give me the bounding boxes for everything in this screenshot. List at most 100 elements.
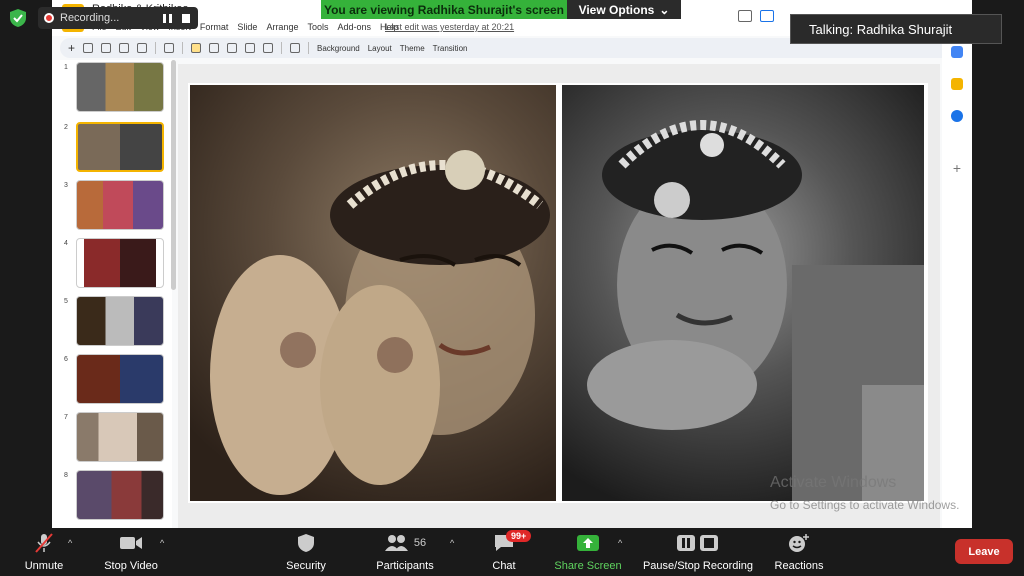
slide-thumbnail-panel: 1 2 3 4 5 6 7 8 bbox=[52, 60, 176, 528]
pause-recording-icon[interactable] bbox=[163, 13, 172, 23]
share-screen-label: Share Screen bbox=[554, 560, 622, 572]
zoom-icon[interactable] bbox=[164, 43, 175, 53]
calendar-icon[interactable] bbox=[951, 46, 963, 58]
dancer-photo-right bbox=[562, 85, 924, 501]
participants-caret-icon[interactable]: ^ bbox=[450, 538, 454, 548]
stop-video-button[interactable]: Stop Video bbox=[96, 528, 166, 576]
thumbnail-slide-3[interactable]: 3 bbox=[52, 178, 172, 232]
thumbnail-slide-1[interactable]: 1 bbox=[52, 60, 172, 114]
add-addon-plus-icon[interactable]: + bbox=[951, 161, 963, 175]
print-icon[interactable] bbox=[119, 43, 130, 53]
video-options-caret-icon[interactable]: ^ bbox=[160, 538, 164, 548]
recording-controls-icon bbox=[676, 532, 720, 554]
select-cursor-icon[interactable] bbox=[191, 43, 202, 53]
dancer-right-illustration bbox=[587, 120, 924, 501]
thumbnail-image bbox=[76, 470, 164, 520]
thumbnail-image bbox=[76, 238, 164, 288]
reactions-button[interactable]: Reactions bbox=[770, 528, 828, 576]
present-icon[interactable] bbox=[760, 10, 774, 22]
paint-format-icon[interactable] bbox=[137, 43, 148, 53]
layout-button[interactable]: Layout bbox=[368, 44, 392, 53]
image-icon[interactable] bbox=[227, 43, 238, 53]
theme-button[interactable]: Theme bbox=[400, 44, 425, 53]
thumbnail-number: 7 bbox=[64, 414, 68, 421]
menu-format[interactable]: Format bbox=[200, 22, 229, 32]
reactions-label: Reactions bbox=[774, 560, 824, 572]
recording-controls bbox=[163, 13, 198, 23]
menu-tools[interactable]: Tools bbox=[307, 22, 328, 32]
menu-slide[interactable]: Slide bbox=[237, 22, 257, 32]
thumbnail-image bbox=[76, 296, 164, 346]
new-slide-plus-icon[interactable]: + bbox=[68, 41, 75, 55]
security-shield-icon bbox=[297, 532, 315, 554]
thumbnail-image bbox=[76, 62, 164, 112]
menu-arrange[interactable]: Arrange bbox=[266, 22, 298, 32]
thumbnail-slide-2[interactable]: 2 bbox=[52, 120, 172, 174]
talking-indicator: Talking: Radhika Shurajit bbox=[790, 14, 1002, 44]
view-options-label: View Options bbox=[578, 2, 655, 17]
unmute-button[interactable]: Unmute bbox=[14, 528, 74, 576]
stop-video-label: Stop Video bbox=[104, 560, 158, 572]
thumbnail-slide-7[interactable]: 7 bbox=[52, 410, 172, 464]
smiley-plus-icon bbox=[788, 532, 810, 554]
audio-options-caret-icon[interactable]: ^ bbox=[68, 538, 72, 548]
current-slide[interactable] bbox=[188, 83, 928, 503]
thumbnail-number: 6 bbox=[64, 356, 68, 363]
share-screen-icon bbox=[576, 532, 600, 554]
dancer-left-illustration bbox=[210, 150, 550, 495]
tasks-icon[interactable] bbox=[951, 110, 963, 122]
thumbnail-scrollbar[interactable] bbox=[171, 60, 176, 290]
security-button[interactable]: Security bbox=[278, 528, 334, 576]
menu-addons[interactable]: Add-ons bbox=[337, 22, 371, 32]
redo-icon[interactable] bbox=[101, 43, 112, 53]
thumbnail-number: 4 bbox=[64, 240, 68, 247]
recording-indicator: Recording... bbox=[38, 7, 198, 29]
thumbnail-slide-6[interactable]: 6 bbox=[52, 352, 172, 406]
toolbar-divider bbox=[182, 42, 184, 54]
video-camera-icon bbox=[119, 532, 143, 554]
stop-recording-icon[interactable] bbox=[182, 13, 190, 23]
view-options-button[interactable]: View Options ⌄ bbox=[567, 0, 681, 19]
last-edit-link[interactable]: Last edit was yesterday at 20:21 bbox=[385, 22, 514, 32]
transition-button[interactable]: Transition bbox=[433, 44, 468, 53]
security-shield-icon bbox=[10, 9, 26, 27]
viewing-screen-banner: You are viewing Radhika Shurajit's scree… bbox=[321, 0, 567, 19]
participants-icon: 56 bbox=[384, 532, 426, 554]
recording-control-label: Pause/Stop Recording bbox=[642, 560, 754, 572]
comments-icon[interactable] bbox=[738, 10, 752, 22]
toolbar-divider bbox=[281, 42, 283, 54]
thumbnail-slide-8[interactable]: 8 bbox=[52, 468, 172, 522]
toolbar-divider bbox=[155, 42, 157, 54]
dancer-photo-left bbox=[190, 85, 556, 501]
line-icon[interactable] bbox=[263, 43, 274, 53]
shape-icon[interactable] bbox=[245, 43, 256, 53]
slides-header-actions bbox=[738, 10, 774, 22]
leave-button[interactable]: Leave bbox=[955, 539, 1013, 564]
thumbnail-slide-4[interactable]: 4 bbox=[52, 236, 172, 290]
toolbar-divider bbox=[308, 42, 310, 54]
background-button[interactable]: Background bbox=[317, 44, 360, 53]
keep-icon[interactable] bbox=[951, 78, 963, 90]
undo-icon[interactable] bbox=[83, 43, 94, 53]
textbox-icon[interactable] bbox=[209, 43, 220, 53]
participants-count: 56 bbox=[413, 537, 427, 549]
windows-activation-title: Activate Windows bbox=[770, 474, 897, 491]
comment-add-icon[interactable] bbox=[290, 43, 301, 53]
thumbnail-image bbox=[76, 354, 164, 404]
thumbnail-number: 3 bbox=[64, 182, 68, 189]
share-options-caret-icon[interactable]: ^ bbox=[618, 538, 622, 548]
thumbnail-image bbox=[76, 122, 164, 172]
recording-dot-icon bbox=[44, 13, 54, 23]
thumbnail-number: 1 bbox=[64, 64, 68, 71]
microphone-muted-icon bbox=[33, 532, 55, 554]
thumbnail-slide-5[interactable]: 5 bbox=[52, 294, 172, 348]
zoom-meeting-controls: Unmute ^ Stop Video ^ Security 56 Partic… bbox=[0, 528, 1024, 576]
share-screen-button[interactable]: Share Screen bbox=[550, 528, 626, 576]
thumbnail-image bbox=[76, 180, 164, 230]
participants-button[interactable]: 56 Participants bbox=[370, 528, 440, 576]
recording-label: Recording... bbox=[60, 12, 120, 24]
pause-stop-recording-button[interactable]: Pause/Stop Recording bbox=[638, 528, 758, 576]
chat-unread-badge: 99+ bbox=[506, 530, 532, 542]
slide-canvas bbox=[178, 64, 940, 528]
thumbnail-number: 5 bbox=[64, 298, 68, 305]
